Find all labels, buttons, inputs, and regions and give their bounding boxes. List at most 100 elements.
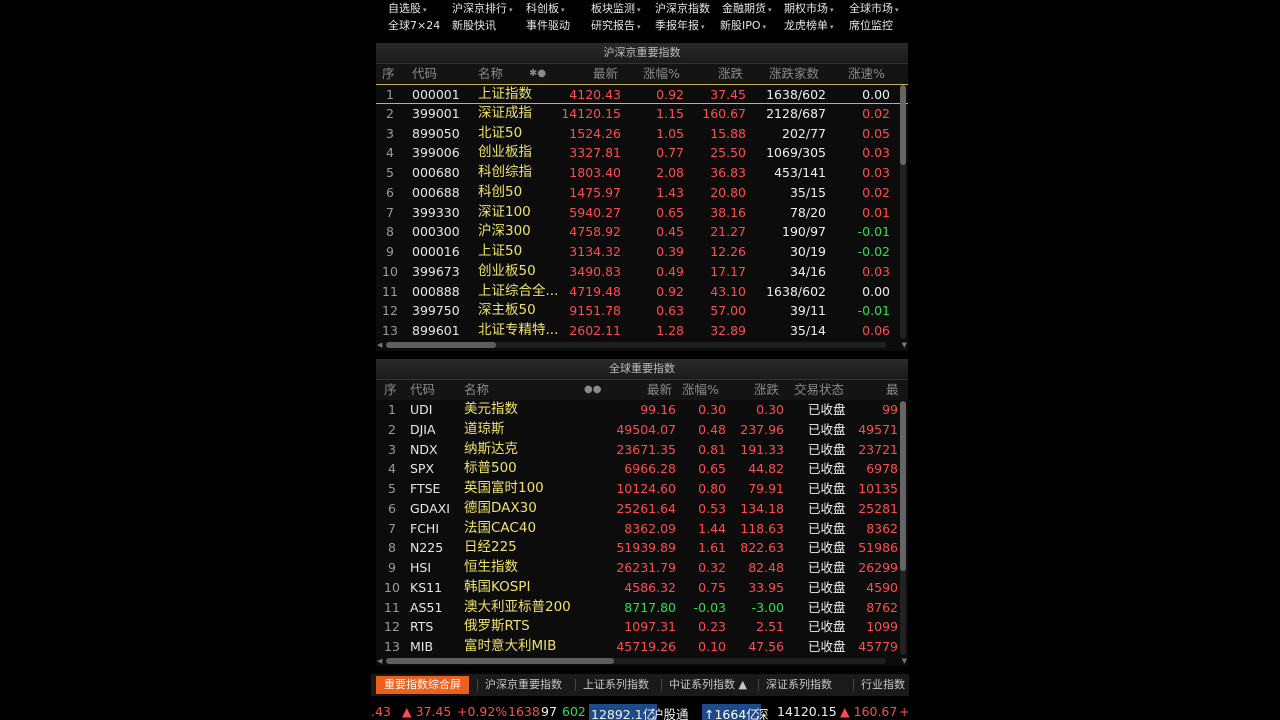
vertical-scrollbar[interactable] (900, 85, 906, 339)
row-speed: 0.00 (862, 283, 890, 299)
row-code: HSI (410, 560, 432, 575)
table-row[interactable]: 12 399750 深主板50 9151.78 0.63 57.00 39/11 -0.01 (376, 301, 908, 321)
table-row[interactable]: 4 399006 创业板指 3327.81 0.77 25.50 1069/305 0.03 (376, 143, 908, 163)
scroll-thumb[interactable] (900, 85, 906, 165)
tab-3[interactable]: 上证系列指数 (583, 676, 649, 694)
col-last-header[interactable]: 最新 (593, 64, 618, 84)
table-row[interactable]: 13 MIB 富时意大利MIB 45719.26 0.10 47.56 已收盘 45779 (376, 637, 908, 657)
scroll-thumb[interactable] (386, 658, 614, 664)
scroll-down-icon[interactable]: ▼ (902, 341, 907, 349)
table-row[interactable]: 2 DJIA 道琼斯 49504.07 0.48 237.96 已收盘 49571 (376, 420, 908, 440)
table-row[interactable]: 7 FCHI 法国CAC40 8362.09 1.44 118.63 已收盘 8362 (376, 519, 908, 539)
row-name: 英国富时100 (464, 480, 544, 496)
row-speed: 0.00 (862, 87, 890, 102)
menu-item[interactable]: 事件驱动 (526, 17, 570, 35)
scroll-left-icon[interactable]: ◀ (377, 657, 382, 665)
table-row[interactable]: 1 000001 上证指数 4120.43 0.92 37.45 1638/602 0.00 (376, 84, 908, 104)
table-row[interactable]: 7 399330 深证100 5940.27 0.65 38.16 78/20 0.01 (376, 203, 908, 223)
row-status: 已收盘 (808, 421, 846, 437)
col-extra-header[interactable]: 最 (886, 380, 899, 400)
menu-item[interactable]: 新股IPO ▾ (720, 17, 766, 36)
row-name: 科创50 (478, 183, 523, 200)
menu-item-label: 席位监控 (849, 19, 893, 32)
table-row[interactable]: 2 399001 深证成指 14120.15 1.15 160.67 2128/687 0.0… (376, 104, 908, 124)
table-row[interactable]: 12 RTS 俄罗斯RTS 1097.31 0.23 2.51 已收盘 1099 (376, 617, 908, 637)
table-row[interactable]: 8 000300 沪深300 4758.92 0.45 21.27 190/97 -0.01 (376, 222, 908, 242)
tab-6[interactable]: 行业指数 (861, 676, 905, 694)
table-row[interactable]: 6 000688 科创50 1475.97 1.43 20.80 35/15 0.02 (376, 183, 908, 203)
table-row[interactable]: 4 SPX 标普500 6966.28 0.65 44.82 已收盘 6978 (376, 459, 908, 479)
vertical-scrollbar[interactable] (900, 401, 906, 655)
row-chg: 191.33 (740, 441, 784, 457)
tab-1[interactable]: 重要指数综合屏 (376, 676, 469, 694)
status-ticker: .43 ▲ 37.45 +0.92% 1638 97 602 12892.1亿 … (371, 702, 909, 720)
menu-item[interactable]: 龙虎榜单 ▾ (784, 17, 834, 36)
table-row[interactable]: 6 GDAXI 德国DAX30 25261.64 0.53 134.18 已收盘 25281 (376, 499, 908, 519)
table-row[interactable]: 8 N225 日经225 51939.89 1.61 822.63 已收盘 51986 (376, 538, 908, 558)
row-chg: 79.91 (748, 481, 784, 496)
row-last: 25261.64 (616, 500, 676, 516)
row-pct: 0.49 (656, 263, 684, 279)
menu-item[interactable]: 研究报告 ▾ (591, 17, 641, 36)
col-chg-header[interactable]: 涨跌 (718, 64, 743, 84)
domestic-rows: 1 000001 上证指数 4120.43 0.92 37.45 1638/602 0.00 2… (376, 84, 908, 341)
menu-item[interactable]: 席位监控 (849, 17, 893, 35)
row-pct: 2.08 (656, 165, 684, 180)
ticker-flat-count: 97 (541, 704, 557, 719)
row-last: 2602.11 (569, 323, 621, 338)
tab-divider (853, 679, 854, 691)
menu-item-label: 自选股 (388, 2, 421, 15)
col-last-header[interactable]: 最新 (647, 380, 672, 400)
row-index: 9 (388, 560, 396, 575)
row-adv-decl: 39/11 (789, 303, 826, 319)
dropdown-arrow-icon: ▾ (561, 6, 565, 14)
horizontal-scrollbar[interactable] (386, 658, 886, 664)
table-row[interactable]: 1 UDI 美元指数 99.16 0.30 0.30 已收盘 99 (376, 400, 908, 420)
table-row[interactable]: 3 899050 北证50 1524.26 1.05 15.88 202/77 0.05 (376, 124, 908, 144)
row-last: 26231.79 (616, 560, 676, 575)
row-pct: 0.53 (698, 500, 726, 516)
row-code: 000688 (412, 184, 460, 200)
scroll-down-icon[interactable]: ▼ (902, 657, 907, 665)
table-row[interactable]: 9 HSI 恒生指数 26231.79 0.32 82.48 已收盘 26299 (376, 558, 908, 578)
dropdown-arrow-icon: ▾ (768, 6, 772, 14)
table-row[interactable]: 5 000680 科创综指 1803.40 2.08 36.83 453/141 0.03 (376, 163, 908, 183)
table-row[interactable]: 10 399673 创业板50 3490.83 0.49 17.17 34/16 0.03 (376, 262, 908, 282)
menu-item[interactable]: 新股快讯 (452, 17, 496, 35)
col-pct-header[interactable]: 涨幅% (643, 64, 680, 84)
col-adv-header[interactable]: 涨跌家数 (769, 64, 819, 84)
scroll-thumb[interactable] (386, 342, 496, 348)
col-chg-header[interactable]: 涨跌 (754, 380, 779, 400)
tab-5[interactable]: 深证系列指数 (766, 676, 832, 694)
col-status-header[interactable]: 交易状态 (794, 380, 844, 400)
table-row[interactable]: 5 FTSE 英国富时100 10124.60 0.80 79.91 已收盘 10135 (376, 479, 908, 499)
table-row[interactable]: 11 000888 上证综合全... 4719.48 0.92 43.10 1638/602… (376, 282, 908, 302)
tab-4[interactable]: 中证系列指数 ▲ (669, 676, 747, 694)
table-row[interactable]: 9 000016 上证50 3134.32 0.39 12.26 30/19 -0.02 (376, 242, 908, 262)
menu-item[interactable]: 全球7×24 (388, 17, 440, 35)
row-last: 1524.26 (569, 125, 621, 141)
table-row[interactable]: 11 AS51 澳大利亚标普200 8717.80 -0.03 -3.00 已收盘 8762 (376, 598, 908, 618)
table-row[interactable]: 13 899601 北证专精特... 2602.11 1.28 32.89 35/14 0.0… (376, 321, 908, 341)
table-row[interactable]: 10 KS11 韩国KOSPI 4586.32 0.75 33.95 已收盘 4590 (376, 578, 908, 598)
scroll-left-icon[interactable]: ◀ (377, 341, 382, 349)
col-code-header[interactable]: 代码 (412, 64, 437, 84)
menu-item[interactable]: 沪深京指数 (655, 0, 710, 18)
col-pct-header[interactable]: 涨幅% (682, 380, 719, 400)
panel-title: 全球重要指数 (376, 359, 908, 380)
col-code-header[interactable]: 代码 (410, 380, 435, 400)
col-name-header[interactable]: 名称 (478, 64, 503, 84)
row-speed: 0.02 (862, 184, 890, 200)
row-extra: 25281 (858, 500, 898, 516)
row-chg: 20.80 (710, 184, 746, 200)
col-name-header[interactable]: 名称 (464, 380, 489, 400)
scroll-thumb[interactable] (900, 401, 906, 571)
menu-item[interactable]: 季报年报 ▾ (655, 17, 705, 36)
ticker-sh-pct: +0.92% (457, 704, 508, 719)
table-row[interactable]: 3 NDX 纳斯达克 23671.35 0.81 191.33 已收盘 23721 (376, 440, 908, 460)
horizontal-scrollbar[interactable] (386, 342, 886, 348)
tab-2[interactable]: 沪深京重要指数 (485, 676, 562, 694)
col-speed-header[interactable]: 涨速% (848, 64, 885, 84)
row-speed: -0.01 (857, 224, 890, 240)
row-status: 已收盘 (808, 639, 846, 654)
